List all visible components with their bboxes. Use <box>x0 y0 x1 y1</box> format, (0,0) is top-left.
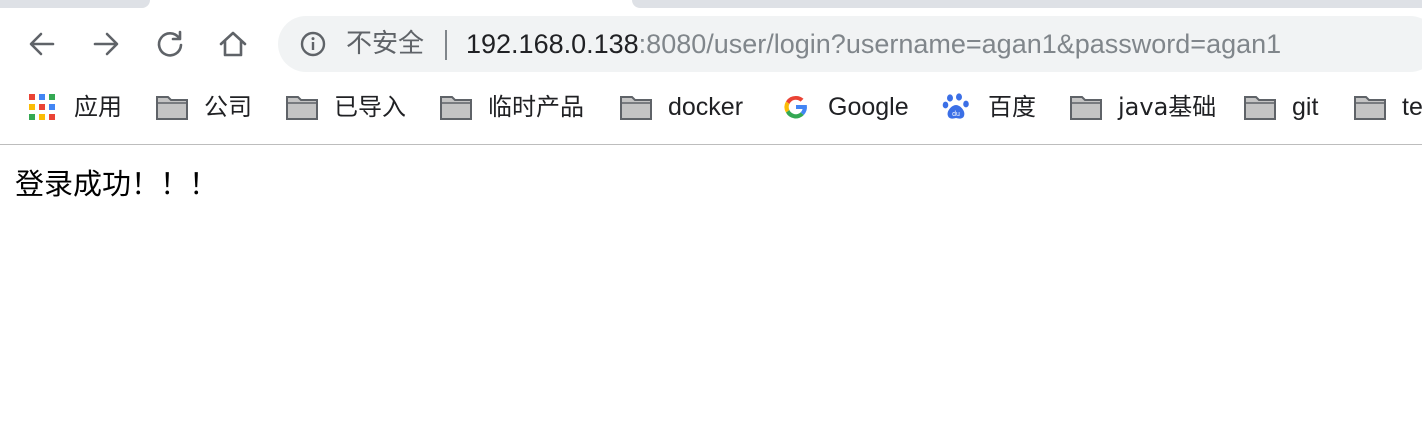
arrow-right-icon <box>93 32 119 56</box>
arrow-left-icon <box>29 32 55 56</box>
folder-icon <box>286 93 318 121</box>
bookmark-label: te <box>1402 93 1422 121</box>
bookmark-label: 应用 <box>74 93 122 121</box>
bookmark-label: Google <box>828 93 909 121</box>
address-bar[interactable]: 不安全 192.168.0.138:8080/user/login?userna… <box>278 16 1422 72</box>
bookmark-folder-te[interactable]: te <box>1354 92 1422 122</box>
folder-icon <box>1354 93 1386 121</box>
bookmark-label: 临时产品 <box>488 93 584 121</box>
security-label[interactable]: 不安全 <box>346 29 424 59</box>
back-button[interactable] <box>24 26 60 62</box>
bookmark-folder-temp-products[interactable]: 临时产品 <box>440 92 584 122</box>
folder-icon <box>620 93 652 121</box>
folder-icon <box>1244 93 1276 121</box>
bookmark-label: 公司 <box>204 93 252 121</box>
bookmark-label: git <box>1292 93 1319 121</box>
svg-text:du: du <box>952 111 960 118</box>
home-icon <box>219 31 247 57</box>
reload-icon <box>157 30 183 57</box>
baidu-paw-icon: du <box>940 93 972 121</box>
bookmark-folder-git[interactable]: git <box>1244 92 1318 122</box>
bookmark-folder-java[interactable]: java基础 <box>1070 92 1216 122</box>
url-host: 192.168.0.138 <box>466 29 639 59</box>
bookmark-apps[interactable]: 应用 <box>28 92 122 122</box>
tab-right[interactable] <box>632 0 1422 8</box>
url-text[interactable]: 192.168.0.138:8080/user/login?username=a… <box>466 28 1281 60</box>
google-icon <box>780 93 812 121</box>
bookmarks-bar: 应用 公司 已导入 临时产品 docker Google du 百度 java基… <box>0 80 1422 145</box>
bookmark-baidu[interactable]: du 百度 <box>940 92 1036 122</box>
folder-icon <box>156 93 188 121</box>
apps-grid-icon <box>28 93 56 121</box>
bookmark-folder-imported[interactable]: 已导入 <box>286 92 406 122</box>
login-success-message: 登录成功！！！ <box>15 167 219 201</box>
bookmark-google[interactable]: Google <box>780 92 909 122</box>
bookmark-folder-company[interactable]: 公司 <box>156 92 252 122</box>
omnibox-separator <box>445 30 447 60</box>
folder-icon <box>1070 93 1102 121</box>
tab-strip <box>0 0 1422 8</box>
bookmark-label: docker <box>668 93 744 121</box>
home-button[interactable] <box>215 26 251 62</box>
browser-toolbar: 不安全 192.168.0.138:8080/user/login?userna… <box>0 8 1422 80</box>
bookmark-label: java基础 <box>1118 93 1217 121</box>
info-icon[interactable] <box>300 31 326 57</box>
bookmark-label: 已导入 <box>334 93 406 121</box>
forward-button[interactable] <box>88 26 124 62</box>
tab-left[interactable] <box>0 0 150 8</box>
bookmark-folder-docker[interactable]: docker <box>620 92 743 122</box>
url-path: :8080/user/login?username=agan1&password… <box>638 29 1282 59</box>
folder-icon <box>440 93 472 121</box>
reload-button[interactable] <box>152 26 188 62</box>
bookmark-label: 百度 <box>988 93 1036 121</box>
